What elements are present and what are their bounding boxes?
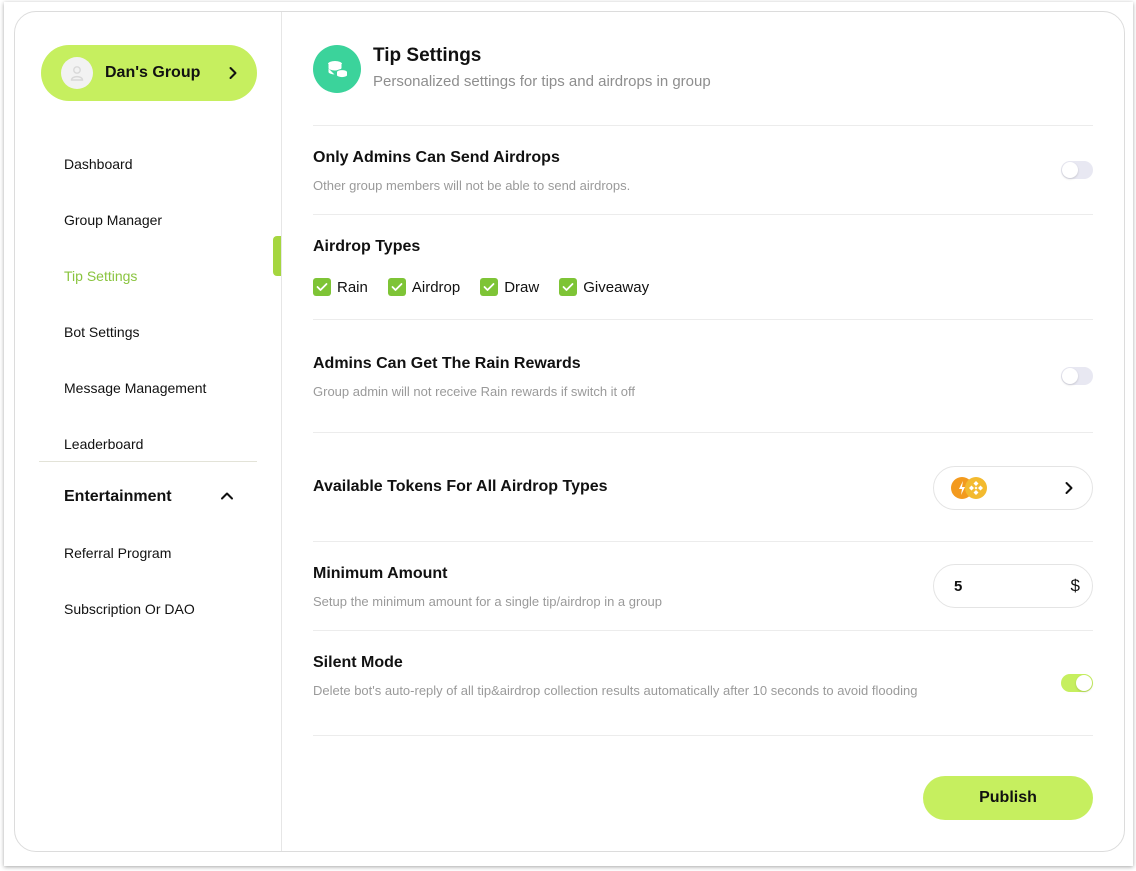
checkbox-giveaway[interactable]: Giveaway: [559, 278, 649, 296]
coins-icon: [313, 45, 361, 93]
settings-card: Dan's Group Dashboard Group Manager Tip …: [14, 11, 1125, 852]
sidebar-item-message-management[interactable]: Message Management: [64, 360, 264, 416]
sidebar-item-dashboard[interactable]: Dashboard: [64, 136, 264, 192]
sidebar-item-tip-settings[interactable]: Tip Settings: [64, 248, 264, 304]
currency-unit: $: [1070, 576, 1080, 595]
sidebar-item-bot-settings[interactable]: Bot Settings: [64, 304, 264, 360]
checkbox-label: Draw: [504, 278, 540, 296]
active-nav-indicator: [273, 236, 281, 276]
admins-only-desc: Other group members will not be able to …: [313, 178, 631, 193]
silent-mode-title: Silent Mode: [313, 654, 403, 671]
airdrop-types-group: Rain Airdrop Draw Giveaway: [313, 278, 669, 296]
main-content: Tip Settings Personalized settings for t…: [313, 12, 1093, 851]
group-name: Dan's Group: [105, 64, 201, 81]
check-icon: [480, 278, 499, 296]
checkbox-draw[interactable]: Draw: [480, 278, 539, 296]
silent-mode-desc: Delete bot's auto-reply of all tip&airdr…: [313, 683, 918, 698]
minimum-amount-input[interactable]: 5 $: [933, 564, 1093, 608]
sidebar-item-referral-program[interactable]: Referral Program: [64, 525, 264, 581]
admin-rain-title: Admins Can Get The Rain Rewards: [313, 355, 581, 372]
checkbox-rain[interactable]: Rain: [313, 278, 368, 296]
chevron-right-icon: [219, 66, 247, 80]
entertainment-nav: Referral Program Subscription Or DAO: [64, 525, 264, 637]
page-subtitle: Personalized settings for tips and airdr…: [373, 73, 711, 90]
minimum-amount-title: Minimum Amount: [313, 565, 448, 582]
divider: [313, 214, 1093, 215]
admins-only-toggle[interactable]: [1061, 161, 1093, 179]
sidebar-item-group-manager[interactable]: Group Manager: [64, 192, 264, 248]
checkbox-label: Airdrop: [411, 278, 461, 296]
section-title: Entertainment: [64, 488, 172, 505]
check-icon: [559, 278, 578, 296]
divider: [313, 125, 1093, 126]
sidebar-item-subscription-or-dao[interactable]: Subscription Or DAO: [64, 581, 264, 637]
sidebar: Dan's Group Dashboard Group Manager Tip …: [15, 12, 282, 851]
divider: [313, 541, 1093, 542]
check-icon: [387, 278, 406, 296]
entertainment-section-toggle[interactable]: Entertainment: [64, 482, 234, 512]
avatar: [61, 57, 93, 89]
check-icon: [313, 278, 331, 296]
tokens-title: Available Tokens For All Airdrop Types: [313, 478, 608, 495]
token-icons: [950, 476, 1064, 500]
checkbox-label: Giveaway: [583, 278, 650, 296]
amount-value: 5: [954, 577, 963, 595]
admins-only-title: Only Admins Can Send Airdrops: [313, 149, 560, 166]
divider: [313, 735, 1093, 736]
admin-rain-toggle[interactable]: [1061, 367, 1093, 385]
page-title: Tip Settings: [373, 45, 482, 66]
admin-rain-desc: Group admin will not receive Rain reward…: [313, 384, 635, 399]
checkbox-airdrop[interactable]: Airdrop: [387, 278, 461, 296]
airdrop-types-title: Airdrop Types: [313, 238, 421, 255]
silent-mode-toggle[interactable]: [1061, 674, 1093, 692]
publish-button[interactable]: Publish: [923, 776, 1093, 820]
sidebar-divider: [39, 461, 257, 462]
chevron-right-icon: [1064, 481, 1074, 495]
divider: [313, 319, 1093, 320]
group-selector[interactable]: Dan's Group: [41, 45, 257, 101]
checkbox-label: Rain: [337, 278, 368, 296]
user-icon: [70, 66, 84, 81]
token-selector[interactable]: [933, 466, 1093, 510]
divider: [313, 432, 1093, 433]
sidebar-nav: Dashboard Group Manager Tip Settings Bot…: [64, 136, 264, 472]
chevron-up-icon: [220, 488, 234, 506]
sidebar-item-leaderboard[interactable]: Leaderboard: [64, 416, 264, 472]
minimum-amount-desc: Setup the minimum amount for a single ti…: [313, 594, 663, 609]
bnb-token-icon: [965, 477, 987, 499]
divider: [313, 630, 1093, 631]
